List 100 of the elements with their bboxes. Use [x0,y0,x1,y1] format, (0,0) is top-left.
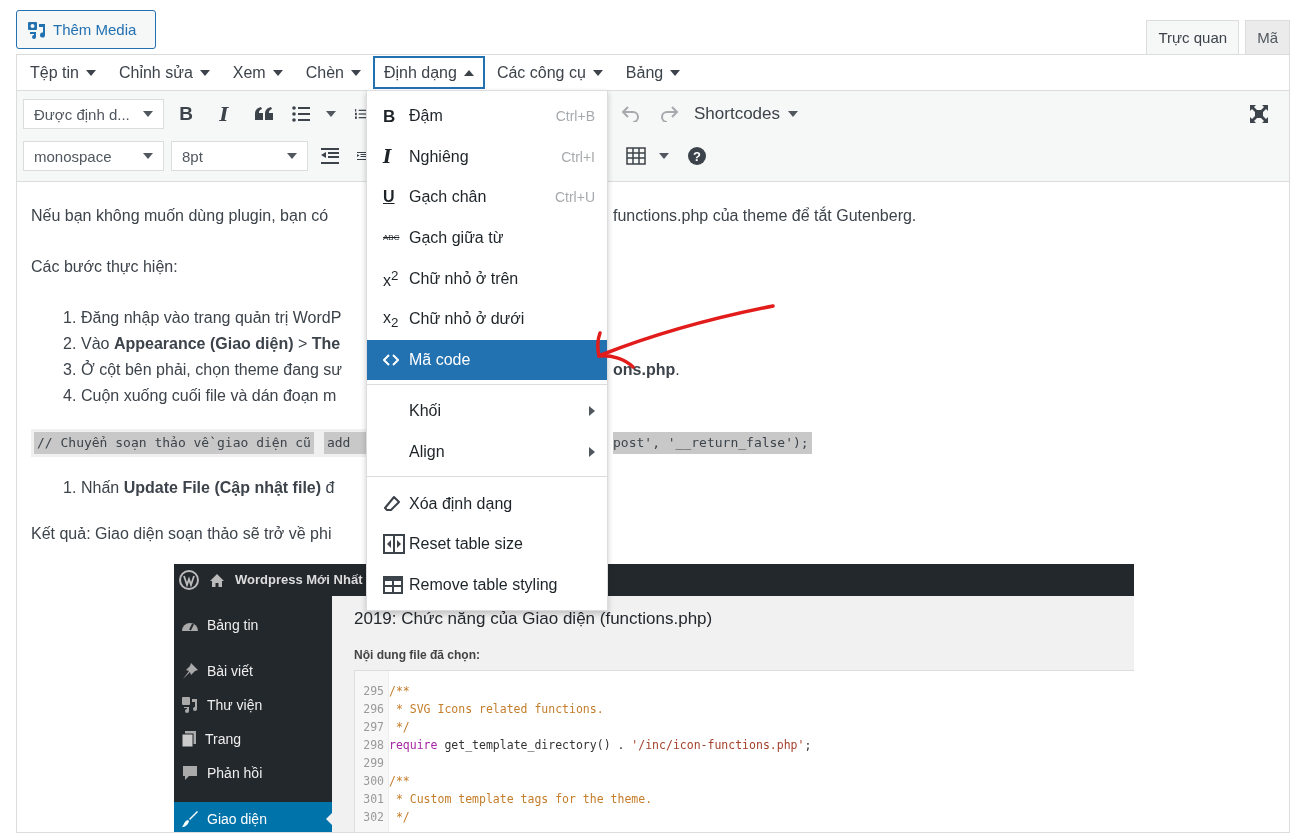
redo-icon [660,106,680,122]
caret-icon [350,69,361,76]
menu-item[interactable]: x$^{2}$ Chữ nhỏ ở trên [367,258,607,299]
add-media-button[interactable]: Thêm Media [16,10,156,49]
code-text: add [323,432,367,454]
line-number: 298 [362,737,384,754]
paragraph: Kết quả: Giao diện soạn thảo sẽ trở về phi [31,524,333,544]
submenu-arrow-icon [589,447,595,458]
line-number: 297 [362,719,384,736]
outdent-icon [321,148,339,164]
page-title: 2019: Chức năng của Giao diện (functions.php) [354,608,714,630]
sidebar-item[interactable]: Thư viện [174,688,332,722]
caret-icon [670,69,681,76]
sidebar-item[interactable]: Bài viết [174,654,332,688]
caret-icon [326,111,336,117]
format-icon: x$_{2}$ [383,309,399,329]
list-text: Nhấn Update File (Cập nhật file) đ [81,478,335,498]
caret-icon [463,69,474,76]
code-line: */ [394,809,411,826]
format-icon: U [383,189,395,206]
menu-button[interactable]: Chèn [294,56,372,89]
list-text: Đăng nhập vào trang quản trị WordP [81,308,342,328]
menu-button[interactable]: Chỉnh sửa [107,56,221,89]
menu-item[interactable]: I Nghiêng Ctrl+I [367,136,607,178]
table-icon [383,575,403,594]
list-text: Cuộn xuống cuối file và dán đoạn m [81,386,337,406]
undo-icon [620,106,640,122]
menu-item[interactable]: x$_{2}$ Chữ nhỏ ở dưới [367,298,607,340]
list-text: Vào Appearance (Giao diện) > The [81,334,341,354]
sidebar-item[interactable]: Trang [174,722,332,756]
line-number: 295 [362,683,384,700]
paragraph: Nếu bạn không muốn dùng plugin, bạn có [31,206,330,226]
pages-icon [181,730,197,748]
text-fragment: functions.php của theme để tắt Gutenberg. [613,205,918,226]
code-line: /** [389,773,411,790]
menu-button[interactable]: Bảng [614,56,692,89]
format-select[interactable]: Được định d... [23,99,164,129]
list-text: Ở cột bên phải, chọn theme đang sư [81,359,343,380]
shortcodes-button[interactable]: Shortcodes [688,99,804,129]
eraser-icon [383,494,401,513]
size-select[interactable]: 8pt [171,141,308,171]
caret-icon [143,153,153,159]
menu-item[interactable]: Khối [367,391,607,432]
shortcut-hint: Ctrl+U [554,189,595,206]
line-number: 299 [362,755,384,772]
menu-item[interactable]: Reset table size [367,523,607,565]
menu-item[interactable]: B Đậm Ctrl+B [367,96,607,137]
media-icon [181,696,199,714]
bold-button[interactable]: B [168,99,204,129]
line-number: 301 [362,791,384,808]
line-number: 296 [362,701,384,718]
list-number: 4. [63,386,78,406]
menu-item[interactable]: U Gạch chân Ctrl+U [367,177,607,218]
font-select[interactable]: monospace [23,141,164,171]
caret-icon [199,69,210,76]
site-title[interactable]: Wordpress Mới Nhất [235,567,363,593]
menu-button[interactable]: Các công cụ [485,56,614,89]
editor-tab[interactable]: Trực quan [1146,20,1240,54]
menu-button[interactable]: Tệp tin [19,56,107,89]
shortcut-hint: Ctrl+B [555,108,595,125]
brush-icon [181,810,199,828]
caret-icon [85,69,96,76]
help-button[interactable]: ? [688,147,706,165]
bullet-list-icon [292,106,310,122]
menu-item[interactable]: Remove table styling [367,564,607,606]
menu-item[interactable]: Xóa định dạng [367,483,607,524]
list-number: 2. [63,334,78,354]
code-text: post', '__return_false'); [613,432,812,454]
sidebar-item[interactable]: Bảng tin [174,608,332,642]
sidebar-item[interactable]: Giao diện [174,802,332,832]
italic-button[interactable]: I [206,99,242,129]
code-line: * SVG Icons related functions. [394,701,605,718]
field-label: Nội dung file đã chọn: [354,647,481,660]
list-number: 1. [63,308,78,328]
menu-item[interactable]: Mã code [367,339,607,381]
code-text: // Chuyển soạn thảo về giao diện cũ [34,432,314,454]
caret-icon [659,153,669,159]
code-line: require get_template_directory() . '/inc/icon-functions.php'; [389,737,813,754]
code-line: /** [389,683,411,700]
format-icon: x$^{2}$ [383,268,399,289]
code-editor[interactable]: 295 296 297 298 299 300 301 302 /** * SVG Icons related functions. */ require get_template_directory() . '/inc/icon-functions.php'; /** * Custom template tags for the theme. */ [354,670,1134,832]
line-number: 302 [362,809,384,826]
list-number: 1. [63,478,78,498]
menu-button[interactable]: Định dạng [372,56,485,89]
sidebar-item[interactable]: Phản hồi [174,756,332,790]
media-icon [27,19,47,40]
submenu-arrow-icon [589,406,595,417]
code-icon [383,353,399,366]
list-number: 3. [63,360,78,380]
caret-icon [272,69,283,76]
editor-tab[interactable]: Mã [1245,20,1290,54]
resize-table-icon [383,534,405,555]
caret-icon [592,69,603,76]
menu-button[interactable]: Xem [221,56,294,89]
format-icon: ABC [383,234,400,243]
shortcut-hint: Ctrl+I [561,148,595,165]
format-icon: I [383,146,392,168]
menu-item[interactable]: ABC Gạch giữa từ [367,217,607,259]
pin-icon [181,662,199,680]
menu-item[interactable]: Align [367,431,607,473]
